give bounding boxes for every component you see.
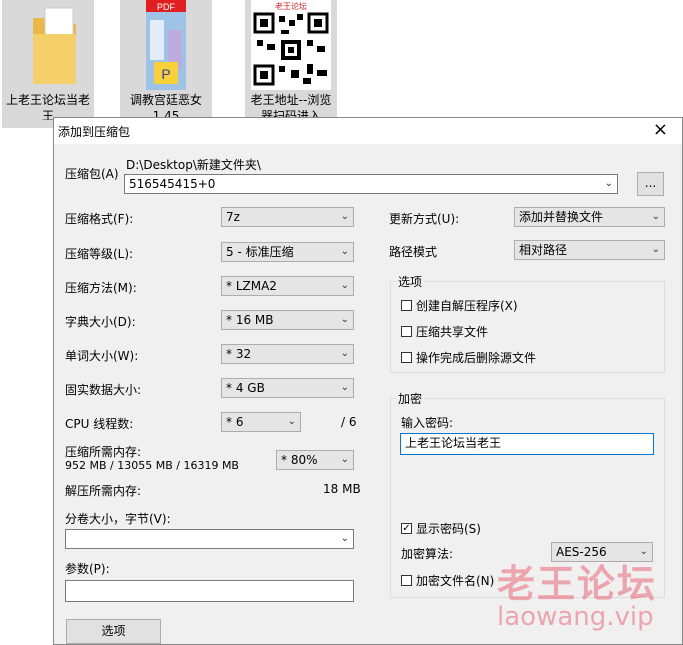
solid-label: 固实数据大小: bbox=[65, 383, 142, 397]
encrypt-names-label: 加密文件名(N) bbox=[416, 574, 495, 588]
level-value: 5 - 标准压缩 bbox=[226, 245, 294, 259]
shared-files-checkbox[interactable]: 压缩共享文件 bbox=[401, 323, 488, 340]
dict-label: 字典大小(D): bbox=[65, 315, 136, 329]
dict-value: * 16 MB bbox=[226, 313, 274, 327]
delete-after-label: 操作完成后删除源文件 bbox=[416, 351, 537, 365]
checkbox-checked-icon: ✓ bbox=[401, 523, 412, 534]
path-mode-label: 路径模式 bbox=[389, 245, 438, 259]
chevron-down-icon: ⌄ bbox=[340, 454, 349, 465]
checkbox-box bbox=[401, 575, 412, 586]
pdf-thumbnail-icon: PDF P bbox=[146, 0, 186, 90]
archive-label: 压缩包(A) bbox=[65, 167, 119, 181]
threads-total: / 6 bbox=[341, 415, 357, 429]
threads-value: * 6 bbox=[226, 415, 244, 429]
file-name: 上老王论坛当老王 bbox=[5, 93, 90, 120]
chevron-down-icon: ⌄ bbox=[340, 280, 349, 291]
chevron-down-icon: ⌄ bbox=[340, 211, 349, 222]
threads-label: CPU 线程数: bbox=[65, 417, 134, 431]
level-label: 压缩等级(L): bbox=[65, 247, 134, 261]
watermark-text: 老王论坛 bbox=[497, 562, 658, 606]
params-input[interactable] bbox=[65, 580, 354, 602]
delete-after-checkbox[interactable]: 操作完成后删除源文件 bbox=[401, 349, 536, 366]
update-value: 添加并替换文件 bbox=[519, 210, 604, 224]
format-value: 7z bbox=[226, 210, 240, 224]
show-password-label: 显示密码(S) bbox=[416, 522, 481, 536]
params-label: 参数(P): bbox=[65, 562, 110, 576]
format-select[interactable]: 7z ⌄ bbox=[221, 207, 354, 227]
shared-files-label: 压缩共享文件 bbox=[416, 325, 489, 339]
algorithm-label: 加密算法: bbox=[401, 547, 454, 561]
dialog-title: 添加到压缩包 bbox=[58, 125, 131, 139]
chevron-down-icon: ⌄ bbox=[651, 211, 660, 222]
desktop: 上老王论坛当老王 PDF P 调教宫廷恶女1.45 老王论坛 老王地址--浏览器… bbox=[0, 0, 683, 130]
chevron-down-icon: ⌄ bbox=[340, 314, 349, 325]
chevron-down-icon: ⌄ bbox=[287, 416, 296, 427]
chevron-down-icon: ⌄ bbox=[340, 533, 349, 544]
qrcode-header: 老王论坛 bbox=[275, 1, 307, 11]
title-bar: 添加到压缩包 × bbox=[54, 118, 682, 144]
decomp-label: 解压所需内存: bbox=[65, 484, 142, 498]
desktop-file-qrcode[interactable]: 老王论坛 老王地址--浏览器扫码进入 bbox=[245, 0, 337, 128]
update-select[interactable]: 添加并替换文件 ⌄ bbox=[514, 207, 665, 227]
folder-icon bbox=[33, 7, 76, 84]
show-password-checkbox[interactable]: ✓ 显示密码(S) bbox=[401, 520, 481, 537]
format-label: 压缩格式(F): bbox=[65, 212, 134, 226]
encryption-group-title: 加密 bbox=[396, 390, 425, 407]
desktop-file-folder[interactable]: 上老王论坛当老王 bbox=[2, 0, 94, 128]
memory-label: 压缩所需内存: bbox=[65, 445, 142, 459]
solid-value: * 4 GB bbox=[226, 381, 265, 395]
memory-percent-value: * 80% bbox=[281, 453, 318, 467]
chevron-down-icon: ⌄ bbox=[340, 246, 349, 257]
archive-name-value: 516545415+0 bbox=[129, 177, 216, 191]
method-select[interactable]: * LZMA2 ⌄ bbox=[221, 276, 354, 296]
browse-button[interactable]: ... bbox=[637, 172, 664, 196]
options-group-title: 选项 bbox=[396, 273, 425, 290]
decomp-value: 18 MB bbox=[323, 482, 361, 496]
dict-select[interactable]: * 16 MB ⌄ bbox=[221, 310, 354, 330]
encrypt-names-checkbox[interactable]: 加密文件名(N) bbox=[401, 572, 494, 589]
chevron-down-icon: ⌄ bbox=[340, 382, 349, 393]
split-label: 分卷大小，字节(V): bbox=[65, 512, 171, 526]
chevron-down-icon: ⌄ bbox=[340, 348, 349, 359]
archive-name-combobox[interactable]: 516545415+0 ⌄ bbox=[124, 174, 618, 194]
sfx-label: 创建自解压程序(X) bbox=[416, 299, 518, 313]
options-button[interactable]: 选项 bbox=[66, 619, 161, 644]
qrcode-thumbnail-icon: 老王论坛 bbox=[251, 0, 331, 90]
close-icon[interactable]: × bbox=[653, 120, 668, 140]
file-name: 调教宫廷恶女1.45 bbox=[129, 93, 202, 120]
word-select[interactable]: * 32 ⌄ bbox=[221, 344, 354, 364]
checkbox-box bbox=[401, 300, 412, 311]
file-name: 老王地址--浏览器扫码进入 bbox=[250, 93, 332, 120]
desktop-file-pdf[interactable]: PDF P 调教宫廷恶女1.45 bbox=[120, 0, 212, 128]
svg-text:P: P bbox=[161, 66, 170, 82]
update-label: 更新方式(U): bbox=[389, 212, 460, 226]
split-combobox[interactable]: ⌄ bbox=[65, 529, 354, 549]
password-label: 输入密码: bbox=[401, 416, 454, 430]
solid-select[interactable]: * 4 GB ⌄ bbox=[221, 378, 354, 398]
chevron-down-icon: ⌄ bbox=[604, 178, 613, 189]
sfx-checkbox[interactable]: 创建自解压程序(X) bbox=[401, 297, 518, 314]
archive-path: D:\Desktop\新建文件夹\ bbox=[126, 158, 261, 172]
method-label: 压缩方法(M): bbox=[65, 281, 137, 295]
watermark-url: laowang.vip bbox=[497, 602, 654, 632]
path-mode-select[interactable]: 相对路径 ⌄ bbox=[514, 240, 665, 260]
word-value: * 32 bbox=[226, 347, 252, 361]
checkbox-box bbox=[401, 326, 412, 337]
word-label: 单词大小(W): bbox=[65, 349, 139, 363]
threads-select[interactable]: * 6 ⌄ bbox=[221, 412, 301, 432]
method-value: * LZMA2 bbox=[226, 279, 277, 293]
chevron-down-icon: ⌄ bbox=[651, 244, 660, 255]
path-mode-value: 相对路径 bbox=[519, 243, 568, 257]
pdf-badge: PDF bbox=[157, 2, 176, 12]
password-input[interactable]: 上老王论坛当老王 bbox=[400, 433, 654, 455]
memory-value: 952 MB / 13055 MB / 16319 MB bbox=[65, 459, 239, 472]
level-select[interactable]: 5 - 标准压缩 ⌄ bbox=[221, 242, 354, 262]
memory-percent-select[interactable]: * 80% ⌄ bbox=[276, 450, 354, 470]
checkbox-box bbox=[401, 352, 412, 363]
